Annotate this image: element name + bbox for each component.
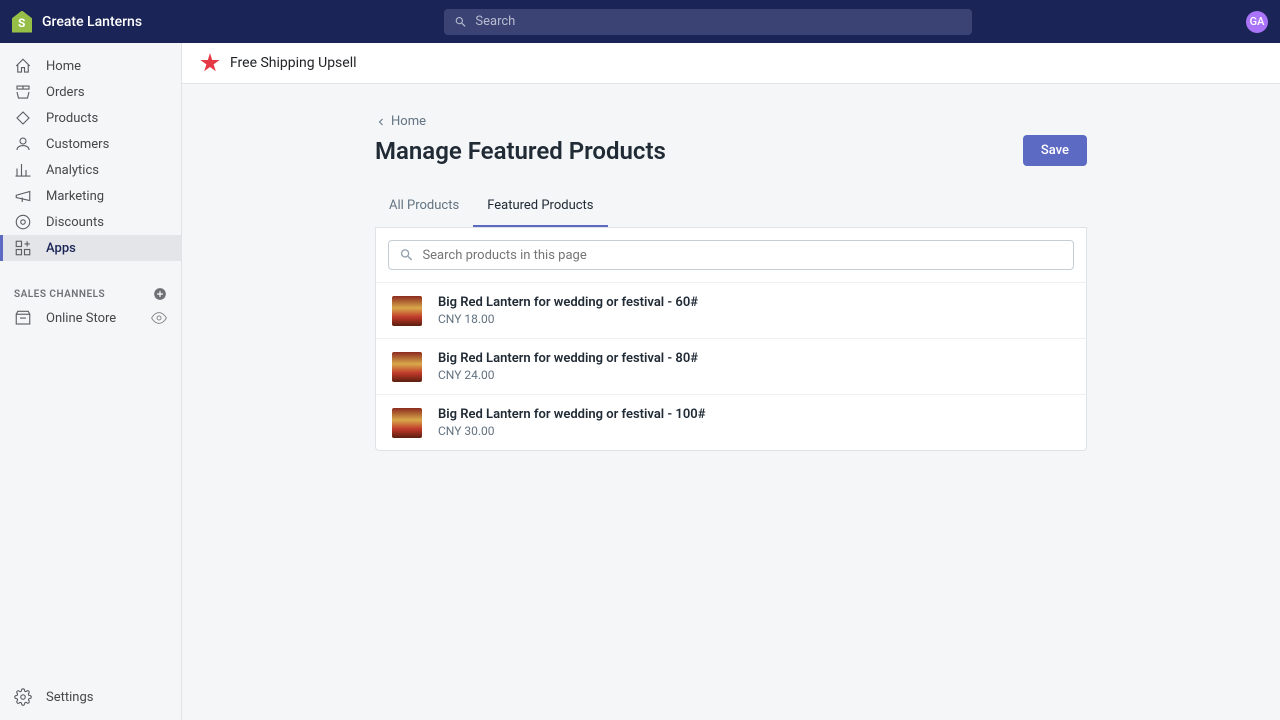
search-icon [399, 247, 414, 263]
product-thumbnail [392, 408, 422, 438]
save-button[interactable]: Save [1023, 135, 1087, 166]
product-price: CNY 30.00 [438, 424, 705, 438]
main-content: Free Shipping Upsell Home Manage Feature… [182, 43, 1280, 720]
user-avatar[interactable]: GA [1246, 11, 1268, 33]
sidebar-item-orders[interactable]: Orders [0, 79, 181, 105]
sidebar-item-online-store[interactable]: Online Store [0, 305, 181, 331]
shopify-logo-icon [12, 11, 32, 33]
product-price: CNY 18.00 [438, 312, 698, 326]
customers-icon [14, 135, 32, 153]
product-row[interactable]: Big Red Lantern for wedding or festival … [376, 338, 1086, 394]
product-name: Big Red Lantern for wedding or festival … [438, 407, 705, 422]
product-row[interactable]: Big Red Lantern for wedding or festival … [376, 394, 1086, 450]
discounts-icon [14, 213, 32, 231]
global-search[interactable] [444, 9, 972, 35]
nav-label: Customers [46, 137, 109, 152]
app-icon [200, 53, 220, 73]
breadcrumb[interactable]: Home [375, 114, 1087, 129]
nav-label: Home [46, 59, 81, 74]
nav-label: Online Store [46, 311, 116, 326]
sidebar-item-settings[interactable]: Settings [0, 684, 181, 710]
product-search-input[interactable] [422, 248, 1063, 263]
home-icon [14, 57, 32, 75]
tabs: All Products Featured Products [375, 186, 1087, 228]
product-price: CNY 24.00 [438, 368, 698, 382]
sales-channels-header: SALES CHANNELS [0, 279, 181, 305]
nav-label: Discounts [46, 215, 104, 230]
nav-label: Settings [46, 690, 93, 705]
sidebar-item-home[interactable]: Home [0, 53, 181, 79]
tab-featured-products[interactable]: Featured Products [473, 186, 607, 227]
search-icon [454, 15, 467, 29]
topbar: Greate Lanterns GA [0, 0, 1280, 43]
product-row[interactable]: Big Red Lantern for wedding or festival … [376, 282, 1086, 338]
product-name: Big Red Lantern for wedding or festival … [438, 295, 698, 310]
sidebar: Home Orders Products Customers Analytics… [0, 43, 182, 720]
product-thumbnail [392, 352, 422, 382]
nav-label: Products [46, 111, 98, 126]
sidebar-item-discounts[interactable]: Discounts [0, 209, 181, 235]
store-name: Greate Lanterns [42, 14, 142, 30]
apps-icon [14, 239, 32, 257]
sidebar-item-marketing[interactable]: Marketing [0, 183, 181, 209]
search-input[interactable] [475, 14, 962, 29]
product-name: Big Red Lantern for wedding or festival … [438, 351, 698, 366]
nav-label: Analytics [46, 163, 99, 178]
sidebar-item-analytics[interactable]: Analytics [0, 157, 181, 183]
sidebar-item-customers[interactable]: Customers [0, 131, 181, 157]
tab-all-products[interactable]: All Products [375, 186, 473, 227]
view-store-icon[interactable] [151, 310, 167, 326]
nav-label: Marketing [46, 189, 104, 204]
page-title: Manage Featured Products [375, 137, 666, 165]
analytics-icon [14, 161, 32, 179]
product-search[interactable] [388, 240, 1074, 270]
sidebar-item-products[interactable]: Products [0, 105, 181, 131]
product-thumbnail [392, 296, 422, 326]
nav-label: Orders [46, 85, 85, 100]
products-icon [14, 109, 32, 127]
app-header: Free Shipping Upsell [182, 43, 1280, 84]
store-icon [14, 309, 32, 327]
sidebar-item-apps[interactable]: Apps [0, 235, 181, 261]
chevron-left-icon [375, 116, 387, 128]
products-card: Big Red Lantern for wedding or festival … [375, 228, 1087, 451]
orders-icon [14, 83, 32, 101]
add-channel-icon[interactable] [153, 287, 167, 301]
gear-icon [14, 688, 32, 706]
marketing-icon [14, 187, 32, 205]
nav-label: Apps [46, 241, 76, 256]
app-title: Free Shipping Upsell [230, 55, 357, 71]
